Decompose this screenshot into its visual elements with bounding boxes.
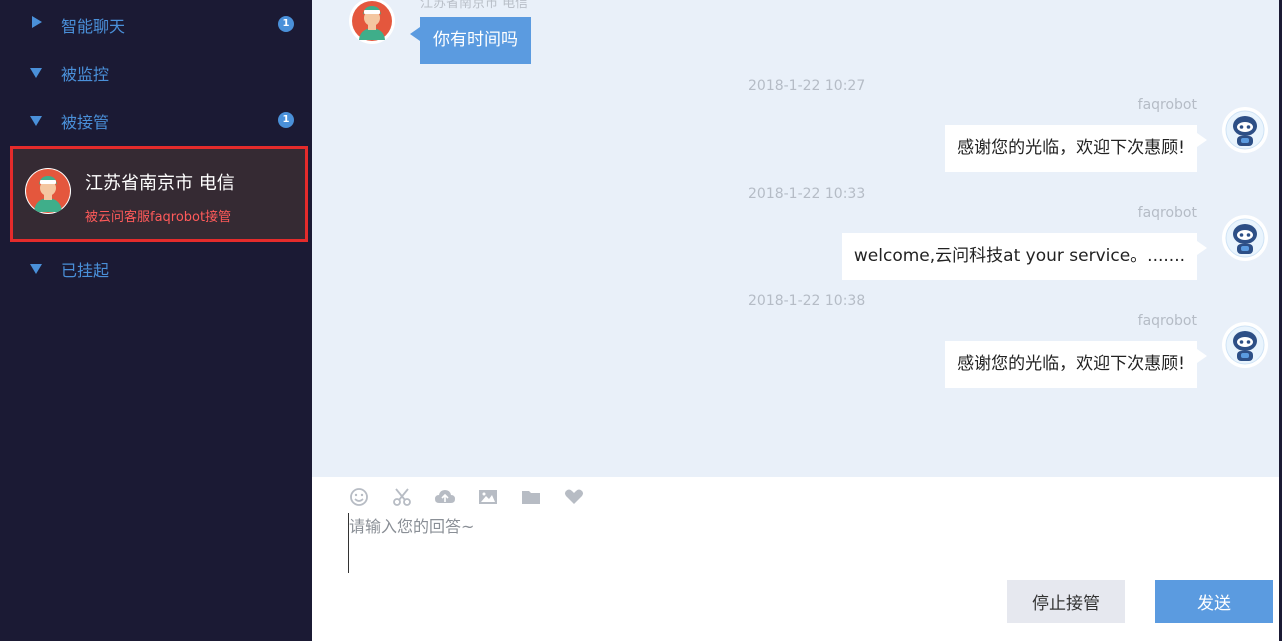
robot-avatar: [1222, 107, 1268, 153]
expand-arrow-icon: [32, 16, 42, 28]
robot-avatar-icon: [1225, 218, 1265, 258]
unread-badge: 1: [278, 112, 294, 128]
conversation-name: 江苏省南京市 电信: [85, 173, 235, 194]
collapse-arrow-icon: [30, 264, 42, 274]
collapse-arrow-icon: [30, 116, 42, 126]
section-taken-over[interactable]: 被接管 1: [0, 99, 312, 139]
robot-avatar-icon: [1225, 325, 1265, 365]
message-sender: faqrobot: [1137, 205, 1197, 221]
collapse-arrow-icon: [30, 68, 42, 78]
cloud-upload-icon[interactable]: [434, 487, 456, 507]
stop-takeover-button[interactable]: 停止接管: [1007, 580, 1125, 623]
section-label: 被监控: [61, 65, 110, 84]
message-timestamp: 2018-1-22 10:27: [748, 78, 866, 94]
folder-icon[interactable]: [520, 487, 542, 507]
nurse-avatar-icon: [26, 169, 70, 213]
composer: 停止接管 发送: [312, 477, 1282, 641]
message-sender: faqrobot: [1137, 97, 1197, 113]
chat-messages-area: 江苏省南京市 电信 你有时间吗 2018-1-22 10:27 faqrobot…: [312, 0, 1282, 477]
unread-badge: 1: [278, 16, 294, 32]
reply-input[interactable]: [348, 513, 1228, 573]
message-timestamp: 2018-1-22 10:38: [748, 293, 866, 309]
section-label: 已挂起: [61, 261, 110, 280]
section-label: 被接管: [61, 113, 110, 132]
section-monitored[interactable]: 被监控: [0, 51, 312, 91]
robot-avatar-icon: [1225, 110, 1265, 150]
message-bubble-bot: welcome,云问科技at your service。.......: [841, 233, 1208, 280]
section-smart-chat[interactable]: 智能聊天 1: [0, 3, 312, 43]
customer-avatar: [25, 168, 71, 214]
emoji-icon[interactable]: [348, 487, 370, 507]
send-button[interactable]: 发送: [1155, 580, 1273, 623]
sidebar: 智能聊天 1 被监控 被接管 1 江苏省南京市 电信 被云问客服faqrobot…: [0, 0, 312, 641]
section-suspended[interactable]: 已挂起: [0, 247, 312, 287]
image-icon[interactable]: [477, 487, 499, 507]
section-label: 智能聊天: [61, 17, 126, 36]
scissors-icon[interactable]: [391, 487, 413, 507]
nurse-avatar-icon: [352, 1, 392, 41]
conversation-status: 被云问客服faqrobot接管: [85, 210, 232, 225]
conversation-item-active[interactable]: 江苏省南京市 电信 被云问客服faqrobot接管: [10, 146, 308, 242]
heart-icon[interactable]: [563, 487, 585, 507]
message-sender: 江苏省南京市 电信: [420, 0, 529, 11]
robot-avatar: [1222, 322, 1268, 368]
customer-avatar: [349, 0, 395, 44]
message-sender: faqrobot: [1137, 313, 1197, 329]
message-bubble-user: 你有时间吗: [410, 17, 531, 64]
message-bubble-bot: 感谢您的光临，欢迎下次惠顾!: [945, 125, 1207, 172]
message-timestamp: 2018-1-22 10:33: [748, 186, 866, 202]
message-bubble-bot: 感谢您的光临，欢迎下次惠顾!: [945, 341, 1207, 388]
robot-avatar: [1222, 215, 1268, 261]
